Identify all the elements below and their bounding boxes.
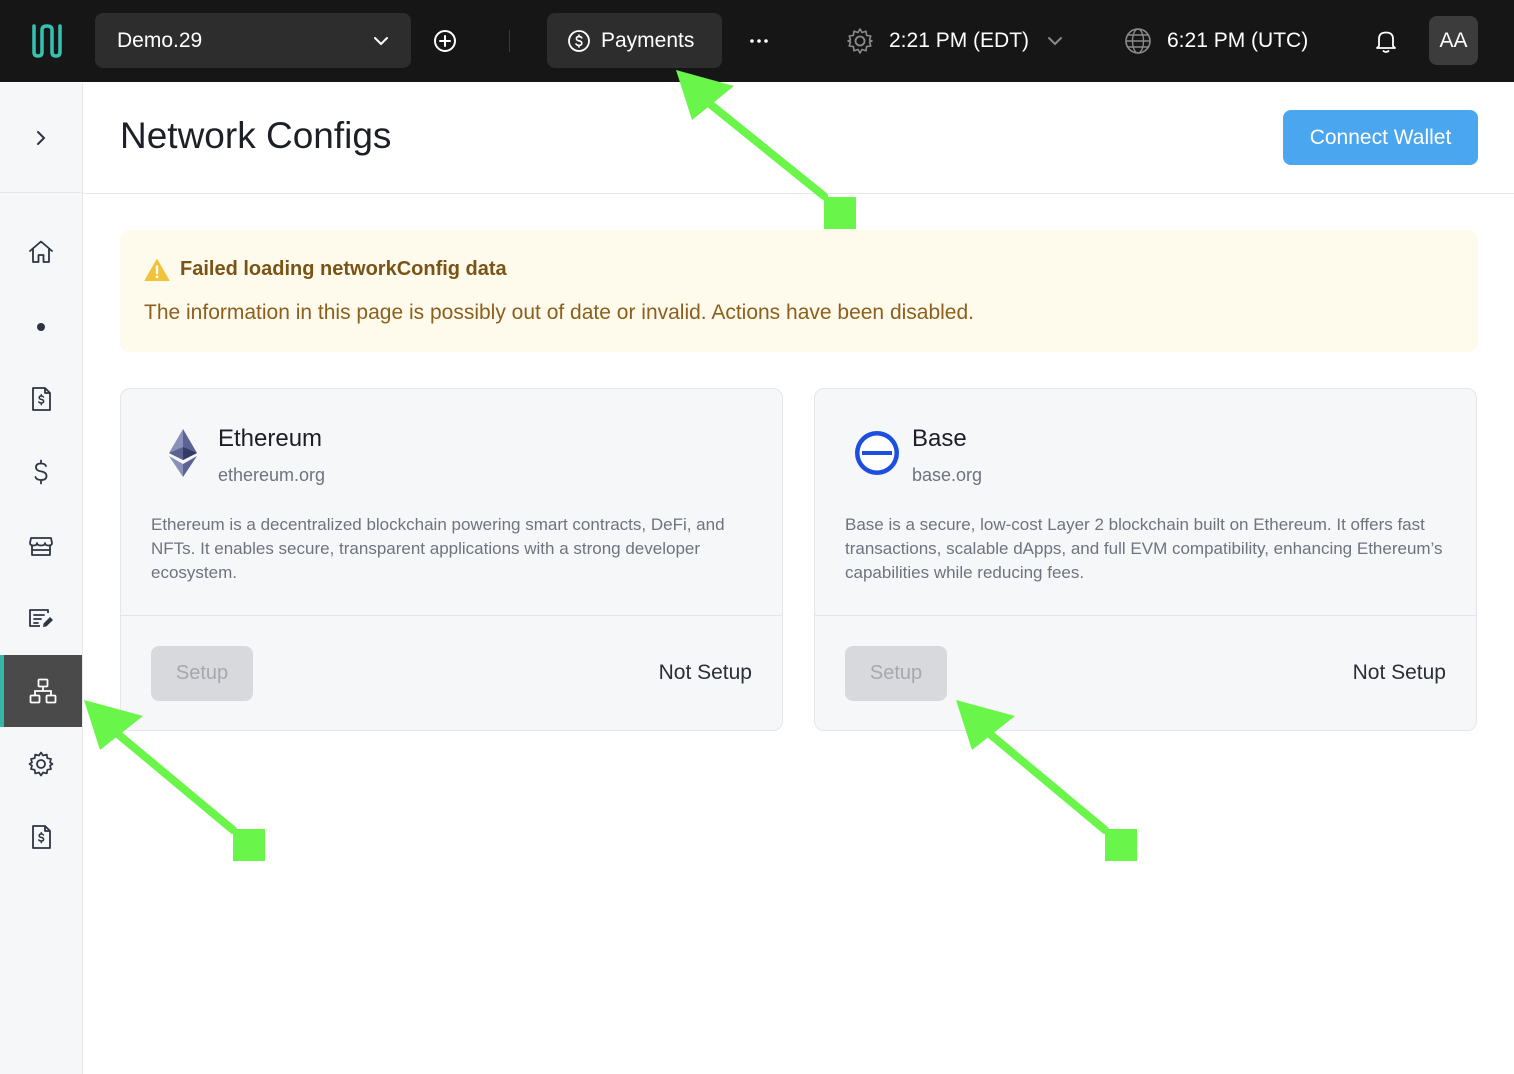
add-circle-icon[interactable] (430, 26, 460, 56)
sidebar-expand-button[interactable] (0, 83, 82, 193)
ethereum-logo-icon (169, 429, 197, 477)
sidebar-item-invoices[interactable] (0, 363, 82, 435)
sidebar-item-billing[interactable] (0, 801, 82, 873)
network-site: base.org (912, 465, 983, 485)
avatar-initials: AA (1439, 28, 1468, 52)
chevron-right-icon (37, 130, 46, 145)
sidebar-item-home[interactable] (0, 216, 82, 288)
network-icon (29, 678, 57, 704)
setup-button[interactable]: Setup (845, 646, 947, 701)
header-divider (83, 193, 1514, 194)
network-name: Base (912, 425, 967, 452)
org-selector[interactable]: Demo.29 (95, 13, 411, 68)
top-bar: Demo.29 Payments 2:21 PM (EDT) 6:21 PM (… (0, 0, 1514, 82)
network-site: ethereum.org (218, 465, 326, 485)
setup-status: Not Setup (1352, 661, 1446, 684)
alert-title: Failed loading networkConfig data (180, 258, 507, 280)
home-icon (29, 240, 53, 263)
bell-icon[interactable] (1372, 26, 1400, 56)
setup-button[interactable]: Setup (151, 646, 253, 701)
sidebar-item-payments[interactable] (0, 436, 82, 508)
network-name: Ethereum (218, 425, 323, 452)
chevron-down-icon (374, 37, 388, 46)
dollar-icon (34, 459, 48, 485)
local-time: 2:21 PM (EDT) (889, 29, 1030, 52)
sidebar-item-settings[interactable] (0, 728, 82, 800)
sidebar-item-dot[interactable] (0, 291, 82, 363)
app-logo-icon[interactable] (30, 22, 64, 60)
error-alert: Failed loading networkConfig data The in… (120, 230, 1478, 352)
gear-icon (847, 28, 873, 54)
network-description: Ethereum is a decentralized blockchain p… (151, 515, 725, 582)
utc-time: 6:21 PM (UTC) (1167, 29, 1309, 52)
globe-icon (1125, 28, 1151, 54)
sidebar-item-network-configs[interactable] (0, 655, 82, 727)
network-card-ethereum: Ethereum ethereum.org Ethereum is a dece… (120, 388, 783, 731)
dollar-circle-icon (568, 29, 590, 52)
gear-icon (28, 751, 54, 777)
warning-icon (144, 259, 170, 281)
card-divider (121, 615, 782, 616)
chevron-down-icon (1048, 37, 1063, 46)
org-name: Demo.29 (117, 28, 203, 52)
user-avatar[interactable]: AA (1429, 16, 1478, 65)
setup-status: Not Setup (658, 661, 752, 684)
connect-wallet-button[interactable]: Connect Wallet (1283, 110, 1478, 165)
network-card-base: Base base.org Base is a secure, low-cost… (814, 388, 1477, 731)
card-divider (815, 615, 1476, 616)
topbar-divider (509, 30, 510, 52)
base-logo-icon (855, 431, 899, 475)
dot-icon (37, 323, 45, 331)
payments-label: Payments (601, 28, 695, 52)
network-description: Base is a secure, low-cost Layer 2 block… (845, 515, 1443, 582)
utc-time-display: 6:21 PM (UTC) (1123, 24, 1308, 58)
sidebar-item-store[interactable] (0, 509, 82, 581)
sidebar-item-forms[interactable] (0, 582, 82, 654)
edit-form-icon (29, 609, 53, 627)
alert-message: The information in this page is possibly… (144, 301, 975, 324)
annotation-arrow-payments (676, 70, 856, 229)
more-options-icon[interactable] (744, 26, 774, 56)
store-icon (29, 537, 53, 556)
sidebar (0, 83, 83, 1074)
local-time-selector[interactable]: 2:21 PM (EDT) (845, 24, 1065, 58)
page-title: Network Configs (120, 115, 392, 156)
invoice-icon (32, 825, 51, 849)
invoice-icon (32, 387, 51, 411)
payments-button[interactable]: Payments (547, 13, 722, 68)
